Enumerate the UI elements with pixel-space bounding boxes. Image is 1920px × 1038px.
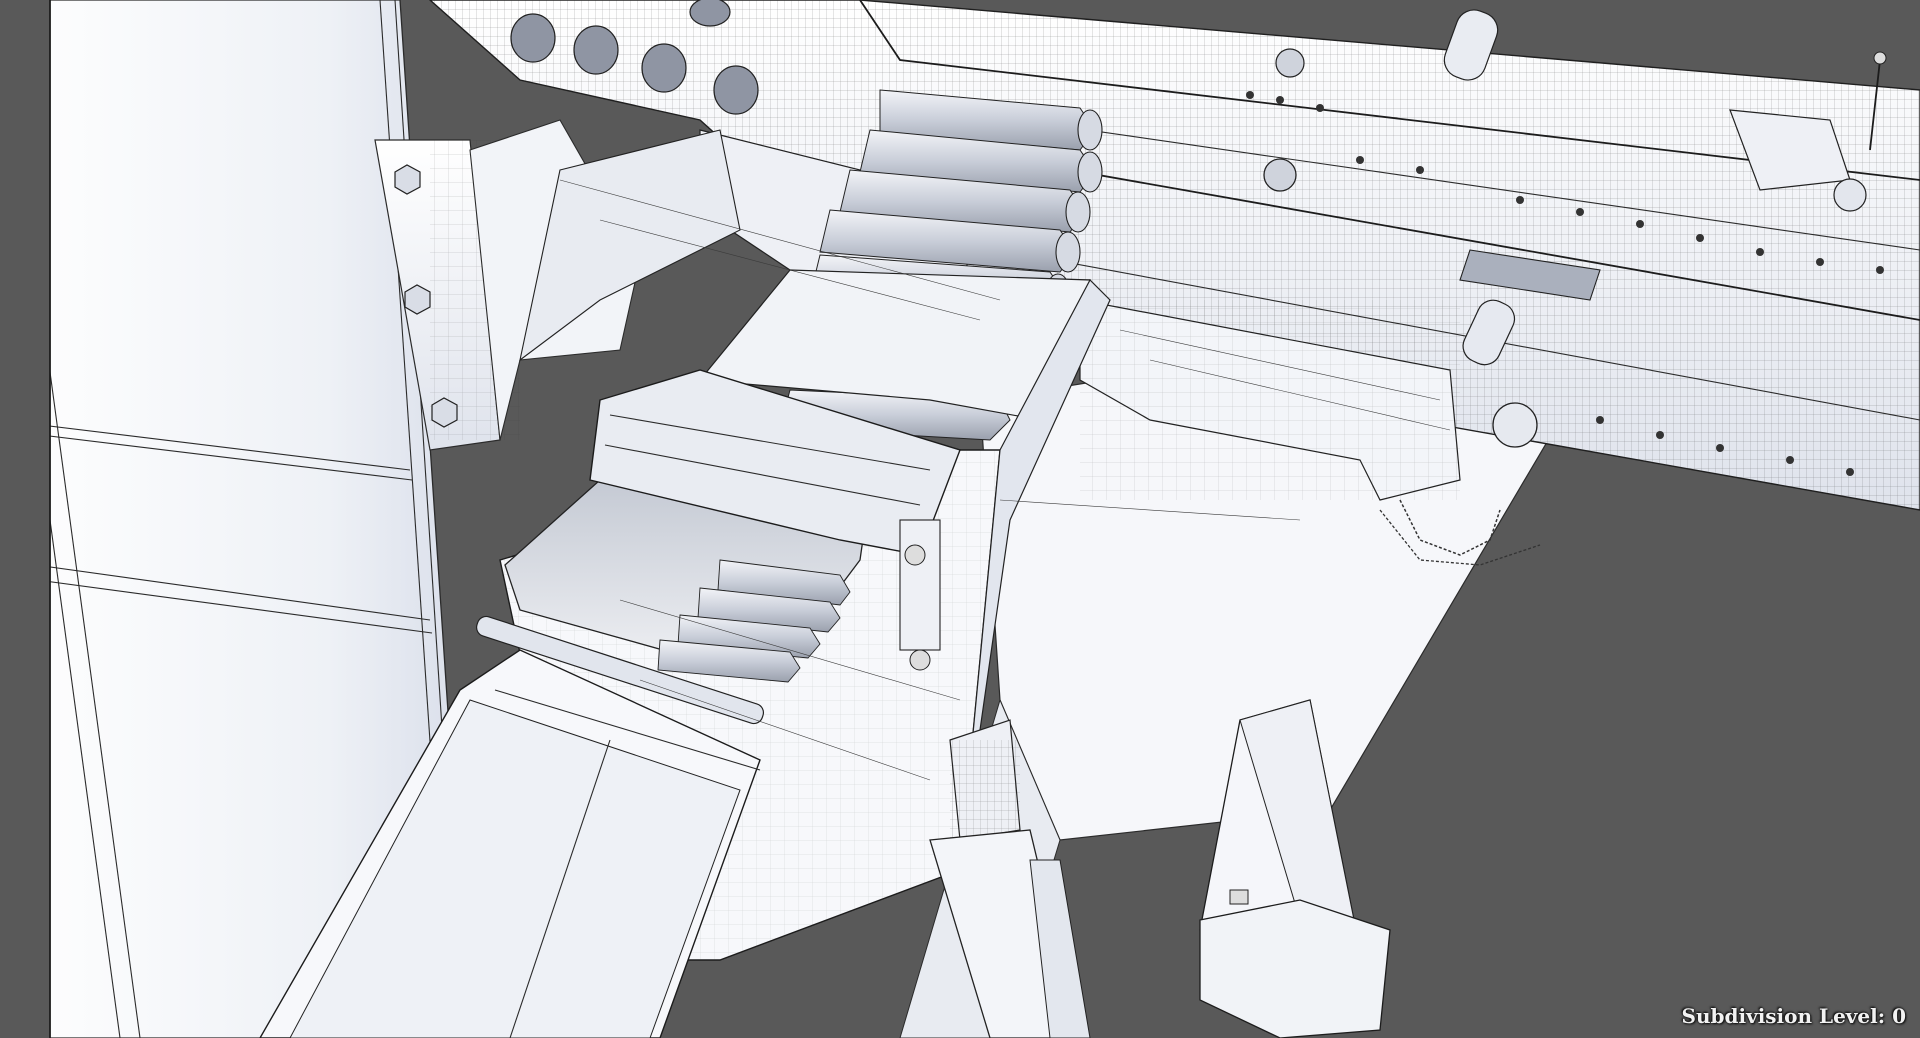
subdivision-level-label: Subdivision Level: 0 [1681, 1004, 1906, 1028]
wireframe-render [0, 0, 1920, 1038]
render-viewport: Subdivision Level: 0 [0, 0, 1920, 1038]
gear-emblem-icon [1263, 158, 1297, 192]
